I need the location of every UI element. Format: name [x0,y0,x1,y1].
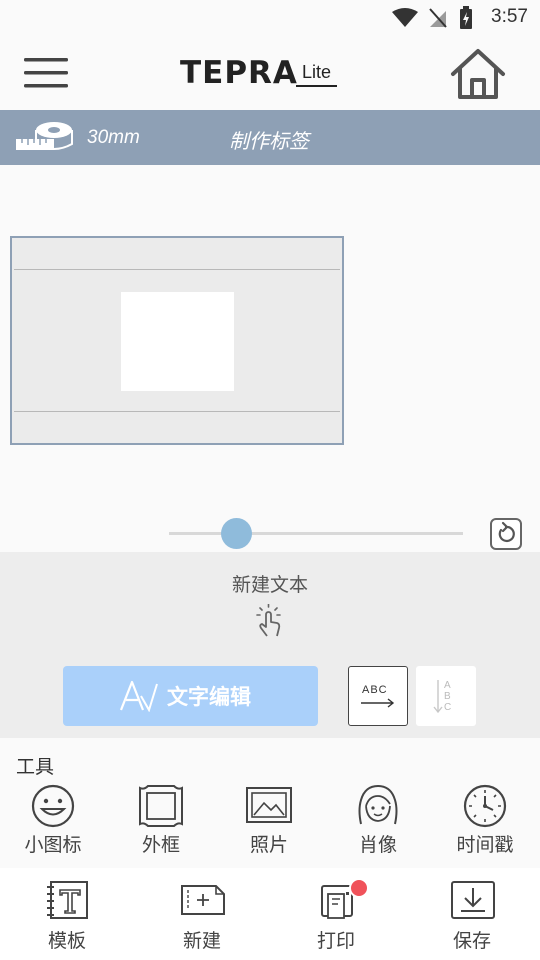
margin-guide-bottom [14,411,340,412]
new-label-icon [181,885,225,915]
text-font-icon [119,680,158,712]
tool-portrait[interactable]: 肖像 [333,784,423,864]
clock-icon [463,784,507,828]
label-content-box[interactable] [121,292,234,391]
margin-guide-top [14,269,340,270]
status-bar: 3:57 [0,0,540,36]
vertical-text-button[interactable]: ABC [416,666,476,726]
tools-title: 工具 [16,756,55,778]
page-title: 制作标签 [229,129,309,153]
save-icon [451,881,495,919]
edit-text-label: 文字编辑 [167,685,251,709]
nav-print[interactable]: 打印 [281,878,391,956]
home-icon[interactable] [450,48,506,100]
nav-templates[interactable]: 模板 [12,880,122,956]
arrow-down-icon [433,680,443,714]
zoom-slider-thumb[interactable] [221,518,253,549]
tool-label: 小图标 [24,834,82,856]
template-icon [47,881,88,919]
no-signal-icon [429,8,447,28]
logo-main-text: TEPRA [180,55,298,91]
label-preview[interactable] [10,236,344,445]
horizontal-text-sample: ABC [362,684,388,696]
tool-label: 外框 [141,834,180,856]
print-notification-badge [349,878,369,898]
tape-size-label: 30mm [87,127,140,148]
tool-frame[interactable]: 外框 [116,784,206,864]
hamburger-menu-icon[interactable] [24,58,68,90]
tap-gesture-icon [256,604,281,637]
app-header: TEPRA Lite [0,36,540,110]
label-info-bar: 30mm 制作标签 [0,110,540,165]
vertical-text-sample: ABC [444,680,452,713]
label-canvas[interactable] [0,165,540,552]
horizontal-text-button[interactable]: ABC [348,666,408,726]
nav-new[interactable]: 新建 [147,880,257,956]
rotate-button[interactable] [490,518,522,550]
tape-cartridge-icon[interactable] [14,119,74,155]
nav-save[interactable]: 保存 [417,880,527,956]
smiley-icon [31,784,75,828]
rotate-icon [498,521,515,543]
wifi-icon [392,8,418,27]
bottom-navigation: 模板 新建 打印 保存 [0,868,540,960]
new-text-hint[interactable]: 新建文本 [0,570,540,597]
zoom-slider-track[interactable] [169,532,463,535]
logo-sub-text: Lite [296,60,338,87]
nav-label: 模板 [47,930,86,952]
status-time: 3:57 [491,6,528,27]
nav-label: 保存 [452,930,491,952]
frame-icon [139,785,183,827]
tool-label: 肖像 [358,834,397,856]
nav-label: 打印 [316,930,355,952]
tool-photo[interactable]: 照片 [224,784,314,864]
arrow-right-icon [361,698,395,708]
tool-timestamp[interactable]: 时间戳 [440,784,530,864]
tool-clipart[interactable]: 小图标 [8,784,98,864]
edit-text-button[interactable]: 文字编辑 [63,666,318,726]
photo-icon [246,787,292,823]
battery-charging-icon [460,6,472,29]
nav-label: 新建 [182,930,221,952]
text-edit-panel: 新建文本 文字编辑 ABC ABC [0,552,540,738]
tools-section: 工具 小图标 外框 照片 肖像 时间戳 [0,738,540,868]
portrait-icon [358,784,398,825]
tool-label: 照片 [249,834,288,856]
tepra-lite-logo: TEPRA Lite [180,56,360,90]
tool-label: 时间戳 [456,834,514,856]
